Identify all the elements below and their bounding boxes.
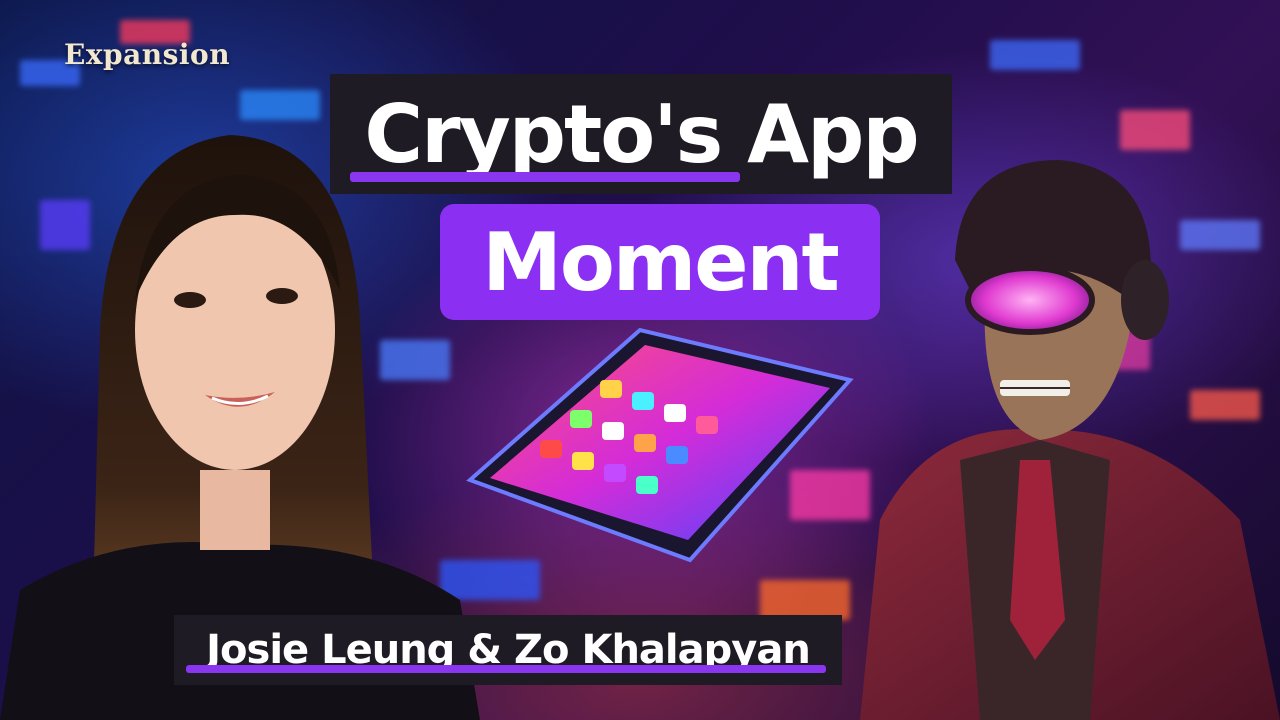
guest-names: Josie Leung & Zo Khalapyan	[174, 615, 842, 685]
video-thumbnail: Expansion Crypto's App Moment Josie Leun…	[0, 0, 1280, 720]
host-portrait-right	[860, 160, 1280, 720]
names-underline	[186, 665, 826, 673]
smartphone-icon	[466, 327, 854, 563]
title-line-2: Moment	[440, 204, 880, 320]
title-underline	[350, 172, 740, 182]
channel-logo: Expansion	[64, 38, 231, 71]
